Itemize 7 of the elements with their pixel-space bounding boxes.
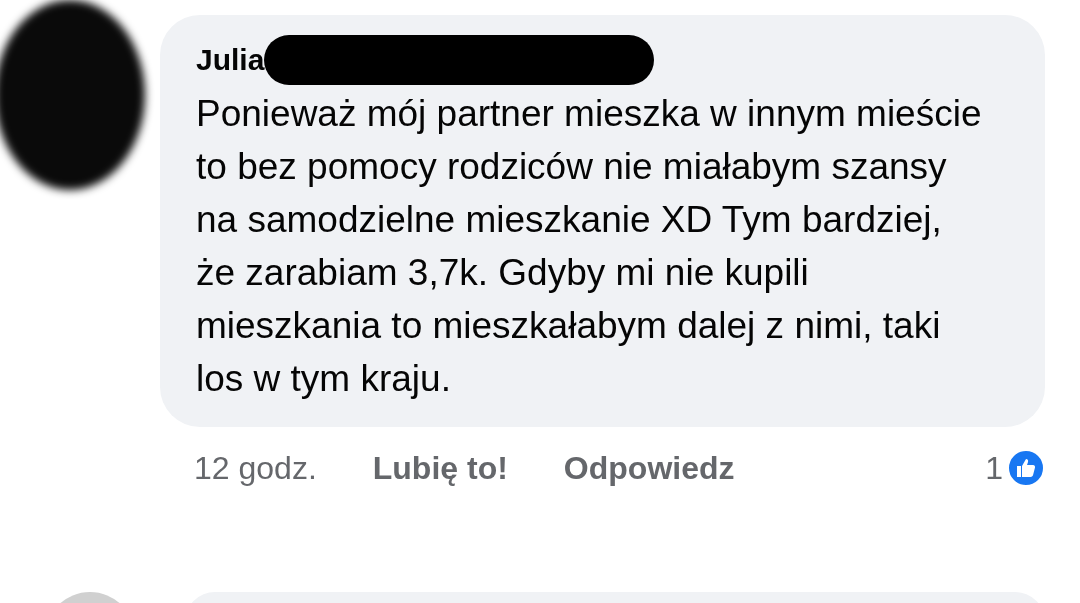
comment-action-link[interactable]: Lubię to!	[372, 449, 508, 487]
comment-action-link[interactable]: Odpowiedz	[563, 449, 735, 487]
reaction-count[interactable]: 1	[985, 449, 1003, 487]
like-reaction-icon[interactable]	[1007, 449, 1045, 487]
comment-text: Ponieważ mój partner mieszka w innym mieście to bez pomocy rodziców nie miałabym szansy na samodzielne mieszkanie XD Tym bardziej, że zarabiam 3,7k. Gdyby mi nie kupili mieszkania to mieszkałabym dalej z nimi, taki los w tym kraju.	[196, 92, 983, 401]
author-name[interactable]: Julia	[196, 43, 265, 77]
comment-time[interactable]: 12 godz.	[194, 449, 317, 487]
